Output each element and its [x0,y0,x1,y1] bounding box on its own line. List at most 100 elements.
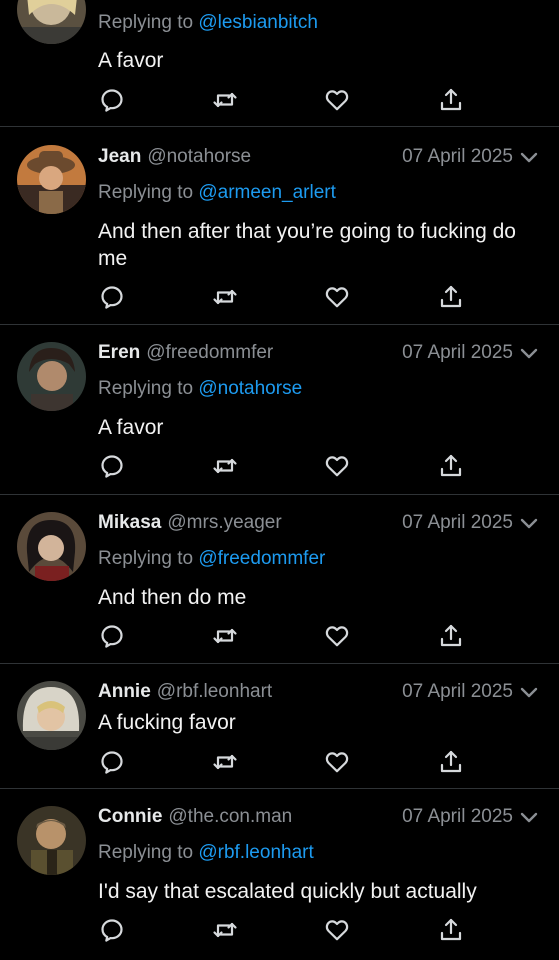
retweet-icon [213,92,237,108]
tweet-header: Annie @rbf.leonhart 07 April 2025 [98,681,539,707]
replying-to: Replying to @notahorse [98,378,303,399]
tweet-header: Jean @notahorse 07 April 2025 [98,146,539,172]
chevron-down-icon[interactable] [519,150,539,166]
tweet-actions [98,86,478,114]
chevron-down-icon[interactable] [519,346,539,362]
retweet-icon [213,289,237,305]
like-button[interactable] [323,622,351,650]
tweet-header: Eren @freedommfer 07 April 2025 [98,342,539,368]
tweet-text: And then after that you’re going to fuck… [98,220,516,270]
tweet-date: 07 April 2025 [402,512,513,533]
like-button[interactable] [323,452,351,480]
reply-button[interactable] [98,622,126,650]
reply-button[interactable] [98,748,126,776]
share-button[interactable] [437,916,465,944]
avatar[interactable] [17,681,86,750]
share-button[interactable] [437,283,465,311]
tweet-2[interactable]: Eren @freedommfer 07 April 2025 Replying … [0,325,559,493]
avatar[interactable] [17,145,86,214]
user-handle[interactable]: @mrs.yeager [167,512,281,533]
share-icon [440,918,462,941]
tweet-0[interactable]: Replying to @lesbianbitch A favor [0,0,559,125]
reply-button[interactable] [98,283,126,311]
tweet-5[interactable]: Connie @the.con.man 07 April 2025 Replyin… [0,789,559,960]
retweet-button[interactable] [211,283,239,311]
like-button[interactable] [323,748,351,776]
chevron-down-icon[interactable] [519,516,539,532]
replying-to: Replying to @armeen_arlert [98,182,336,203]
tweet-1[interactable]: Jean @notahorse 07 April 2025 Replying to… [0,127,559,323]
tweet-3[interactable]: Mikasa @mrs.yeager 07 April 2025 Replying… [0,495,559,663]
reply-icon [101,89,123,112]
tweet-header: Connie @the.con.man 07 April 2025 [98,806,539,832]
reply-icon [101,286,123,309]
replying-to-handle-link[interactable]: @notahorse [198,378,302,399]
avatar[interactable] [17,806,86,875]
avatar[interactable] [17,512,86,581]
reply-button[interactable] [98,452,126,480]
retweet-icon [213,754,237,770]
share-icon [440,88,462,111]
replying-to-handle-link[interactable]: @lesbianbitch [198,12,318,33]
tweet-date: 07 April 2025 [402,342,513,363]
tweet-text: A favor [98,416,164,439]
display-name[interactable]: Jean [98,146,141,167]
like-button[interactable] [323,283,351,311]
reply-button[interactable] [98,86,126,114]
user-handle[interactable]: @notahorse [147,146,251,167]
display-name[interactable]: Eren [98,342,140,363]
share-icon [440,454,462,477]
reply-icon [101,625,123,648]
avatar[interactable] [17,342,86,411]
tweet-date: 07 April 2025 [402,681,513,702]
tweet-actions [98,283,478,311]
replying-to: Replying to @freedommfer [98,548,326,569]
like-button[interactable] [323,86,351,114]
reply-thread: Replying to @lesbianbitch A favor Jean @n… [0,0,559,960]
user-handle[interactable]: @freedommfer [146,342,273,363]
share-button[interactable] [437,622,465,650]
retweet-button[interactable] [211,916,239,944]
tweet-date: 07 April 2025 [402,806,513,827]
retweet-button[interactable] [211,748,239,776]
replying-to: Replying to @rbf.leonhart [98,842,314,863]
replying-to: Replying to @lesbianbitch [98,12,318,33]
chevron-down-icon[interactable] [519,810,539,826]
display-name[interactable]: Annie [98,681,151,702]
share-button[interactable] [437,748,465,776]
chevron-down-icon[interactable] [519,685,539,701]
like-icon [325,752,349,773]
tweet-text: A favor [98,49,164,72]
like-button[interactable] [323,916,351,944]
display-name[interactable]: Mikasa [98,512,161,533]
retweet-button[interactable] [211,452,239,480]
retweet-button[interactable] [211,86,239,114]
reply-button[interactable] [98,916,126,944]
replying-to-handle-link[interactable]: @freedommfer [198,548,325,569]
tweet-4[interactable]: Annie @rbf.leonhart 07 April 2025 A fucki… [0,664,559,788]
tweet-text: And then do me [98,586,247,609]
share-button[interactable] [437,452,465,480]
reply-icon [101,919,123,942]
tweet-text: I'd say that escalated quickly but actua… [98,880,477,903]
tweet-date: 07 April 2025 [402,146,513,167]
tweet-actions [98,916,478,944]
retweet-button[interactable] [211,622,239,650]
like-icon [325,626,349,647]
avatar[interactable] [17,0,86,44]
user-handle[interactable]: @rbf.leonhart [157,681,272,702]
share-button[interactable] [437,86,465,114]
display-name[interactable]: Connie [98,806,162,827]
tweet-text: A fucking favor [98,711,236,734]
tweet-actions [98,748,478,776]
share-icon [440,750,462,773]
share-icon [440,285,462,308]
user-handle[interactable]: @the.con.man [168,806,292,827]
replying-to-handle-link[interactable]: @armeen_arlert [198,182,336,203]
replying-to-handle-link[interactable]: @rbf.leonhart [198,842,313,863]
share-icon [440,624,462,647]
retweet-icon [213,922,237,938]
like-icon [325,90,349,111]
retweet-icon [213,628,237,644]
reply-icon [101,751,123,774]
